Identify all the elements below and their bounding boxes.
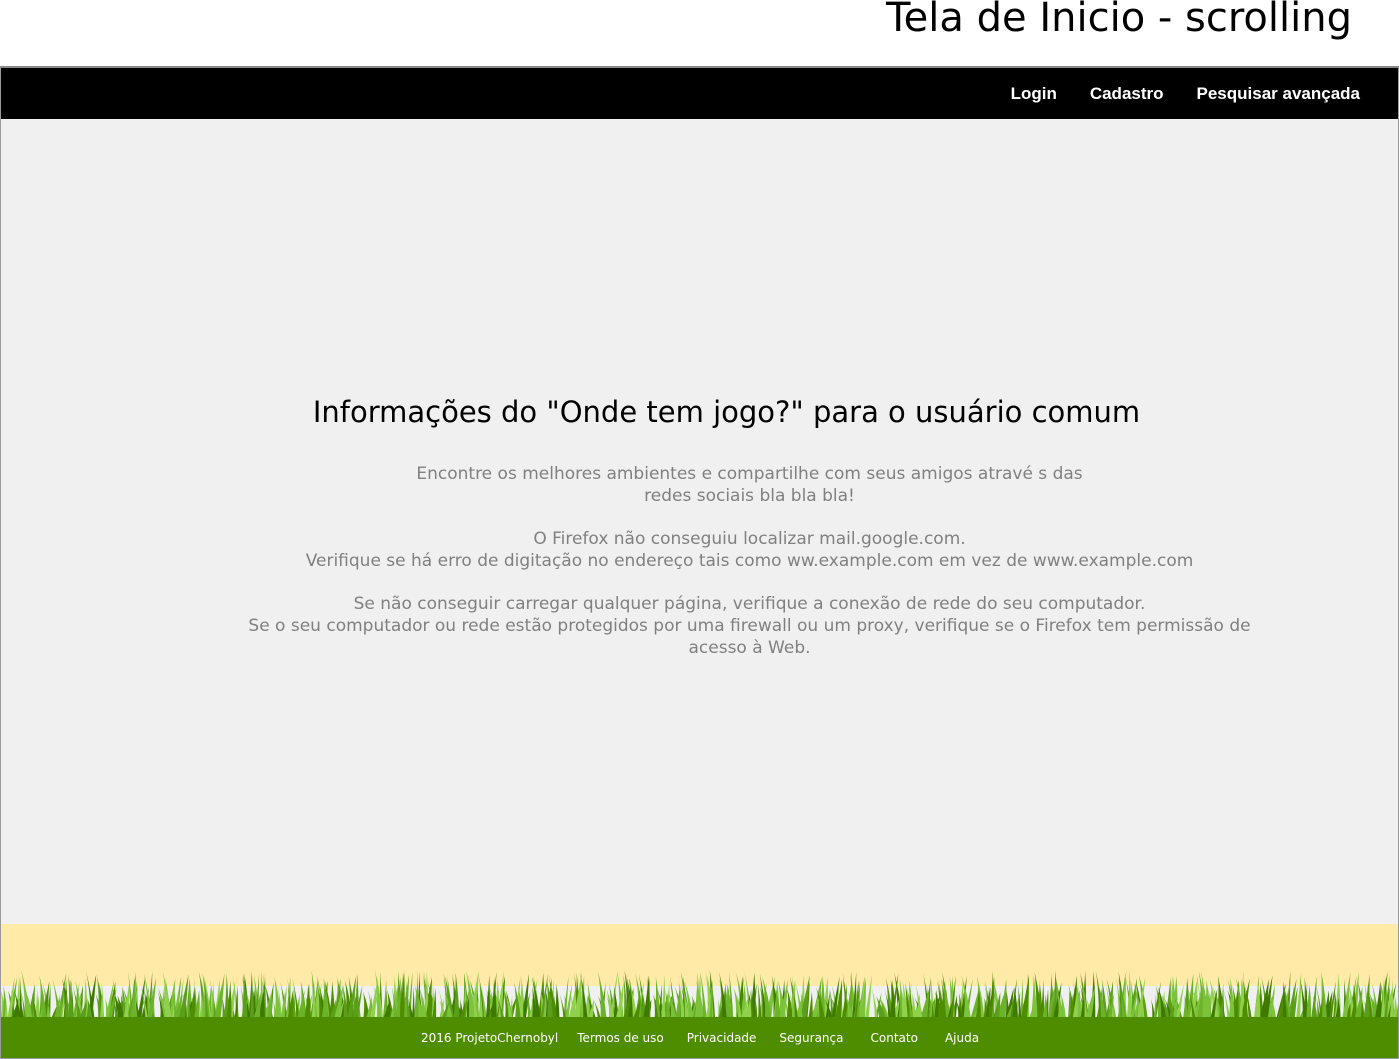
intro-paragraph: Encontre os melhores ambientes e compart…	[1, 463, 1398, 507]
grass-decoration	[1, 970, 1398, 1018]
intro-line: Encontre os melhores ambientes e compart…	[416, 464, 1083, 484]
error-line: O Firefox não conseguiu localizar mail.g…	[533, 529, 966, 549]
intro-line: redes sociais bla bla bla!	[644, 486, 855, 506]
network-hint-paragraph: Se não conseguir carregar qualquer págin…	[1, 593, 1398, 659]
top-navbar: Login Cadastro Pesquisar avançada	[1, 68, 1398, 119]
footer-copyright: 2016 ProjetoChernobyl	[421, 1030, 559, 1045]
error-line: Verifique se há erro de digitação no end…	[305, 551, 1194, 571]
hint-line: acesso à Web.	[688, 638, 811, 658]
footer-terms-link[interactable]: Termos de uso	[577, 1031, 664, 1045]
footer-links: 2016 ProjetoChernobyl Termos de uso Priv…	[421, 1017, 979, 1058]
nav-advanced-search-link[interactable]: Pesquisar avançada	[1197, 84, 1360, 104]
browser-viewport: Login Cadastro Pesquisar avançada Inform…	[0, 66, 1399, 1059]
page-caption: Tela de Inicio - scrolling	[886, 0, 1352, 41]
main-content: Informações do "Onde tem jogo?" para o u…	[1, 119, 1398, 924]
nav-links: Login Cadastro Pesquisar avançada	[978, 68, 1360, 119]
footer-bar: 2016 ProjetoChernobyl Termos de uso Priv…	[1, 1017, 1398, 1058]
info-heading: Informações do "Onde tem jogo?" para o u…	[312, 395, 1141, 429]
footer-security-link[interactable]: Segurança	[779, 1031, 843, 1045]
nav-login-link[interactable]: Login	[1011, 84, 1057, 104]
hint-line: Se o seu computador ou rede estão proteg…	[248, 616, 1251, 636]
nav-register-link[interactable]: Cadastro	[1090, 84, 1164, 104]
firefox-error-paragraph: O Firefox não conseguiu localizar mail.g…	[1, 528, 1398, 572]
hint-line: Se não conseguir carregar qualquer págin…	[353, 594, 1146, 614]
footer-privacy-link[interactable]: Privacidade	[687, 1031, 757, 1045]
footer-help-link[interactable]: Ajuda	[945, 1031, 979, 1045]
footer-contact-link[interactable]: Contato	[871, 1031, 918, 1045]
